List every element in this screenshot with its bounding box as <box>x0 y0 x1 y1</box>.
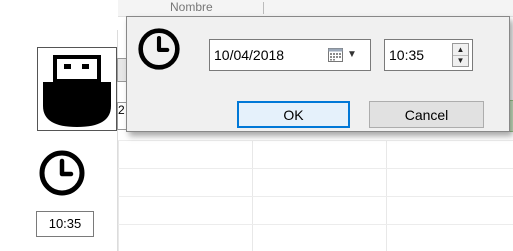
clock-icon <box>137 27 181 71</box>
time-spinner[interactable]: ▲ ▼ <box>452 43 469 67</box>
usb-drive-image <box>37 47 117 131</box>
calendar-icon[interactable] <box>328 48 343 62</box>
date-value: 10/04/2018 <box>214 47 285 63</box>
grid-line <box>118 224 513 225</box>
date-picker[interactable]: 10/04/2018 ▼ <box>209 39 371 71</box>
column-header-label: Nombre <box>170 0 213 14</box>
cancel-button[interactable]: Cancel <box>369 101 484 128</box>
partial-field-text: 2 <box>118 103 125 117</box>
spin-down-icon[interactable]: ▼ <box>453 55 468 66</box>
time-display: 10:35 <box>36 211 94 237</box>
grid-line <box>118 196 513 197</box>
ok-button[interactable]: OK <box>237 101 350 128</box>
clock-icon <box>38 149 86 197</box>
grid-line <box>118 168 513 169</box>
time-value: 10:35 <box>389 47 425 63</box>
column-header[interactable]: Nombre <box>118 0 513 17</box>
column-divider <box>263 2 264 14</box>
dropdown-arrow-icon[interactable]: ▼ <box>347 49 357 60</box>
grid-line <box>118 140 513 141</box>
usb-drive-icon <box>43 55 111 127</box>
time-picker[interactable]: 10:35 ▲ ▼ <box>384 39 473 71</box>
date-time-dialog: 10/04/2018 ▼ 10:35 ▲ ▼ OK Cancel <box>126 16 510 132</box>
data-grid[interactable] <box>118 140 513 251</box>
